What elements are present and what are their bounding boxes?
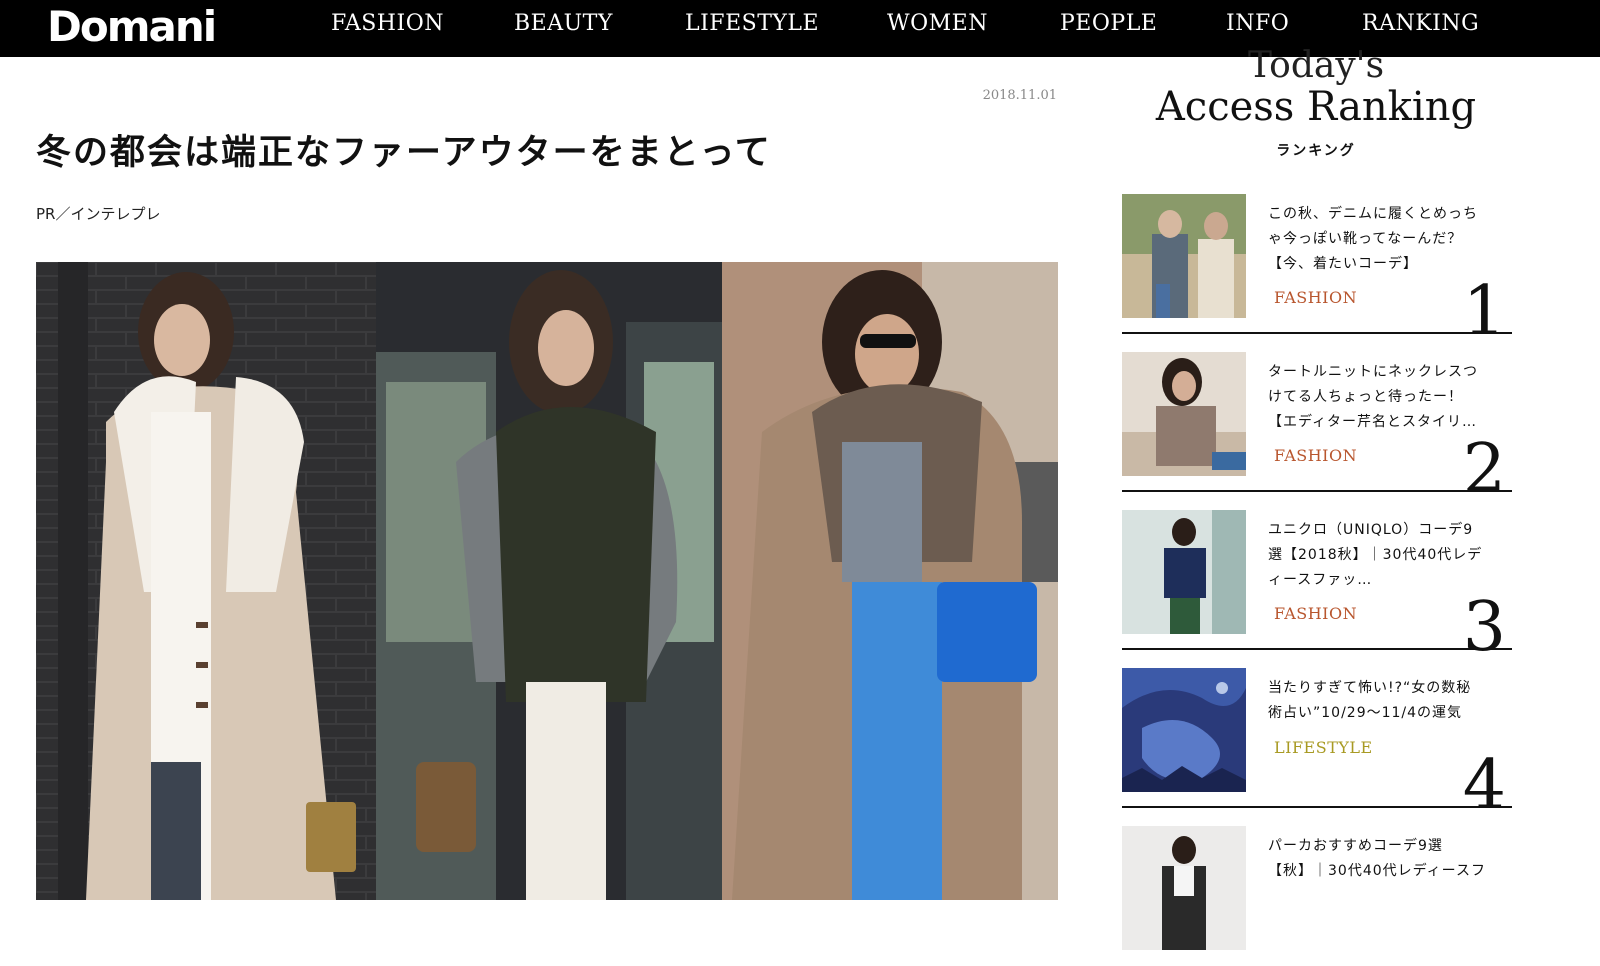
ranking-number: 3 — [1462, 588, 1506, 667]
ranking-text-line: 術占い”10/29〜11/4の運気 — [1268, 705, 1463, 721]
ranking-item-2[interactable]: タートルニットにネックレスつ けてる人ちょっと待ったー！ 【エディター芹名とスタ… — [1122, 352, 1512, 504]
ranking-divider — [1122, 806, 1512, 808]
ranking-category[interactable]: FASHION — [1274, 446, 1357, 465]
hero-image — [36, 262, 1058, 900]
ranking-text-line: タートルニットにネックレスつ — [1268, 364, 1478, 380]
ranking-number: 2 — [1462, 430, 1506, 509]
ranking-thumbnail[interactable] — [1122, 510, 1246, 634]
site-logo[interactable]: Domani — [47, 2, 217, 51]
ranking-text-line: ゃ今っぽい靴ってなーんだ？ — [1268, 231, 1463, 247]
ranking-thumbnail[interactable] — [1122, 194, 1246, 318]
ranking-item-text[interactable]: ユニクロ（UNIQLO）コーデ9 選【2018秋】｜30代40代レデ ィースファ… — [1268, 518, 1486, 593]
ranking-item-text[interactable]: 当たりすぎて怖い!?“女の数秘 術占い”10/29〜11/4の運気 — [1268, 676, 1486, 726]
ranking-number: 4 — [1462, 746, 1506, 825]
nav-ranking[interactable]: RANKING — [1362, 11, 1479, 36]
ranking-category[interactable]: LIFESTYLE — [1274, 738, 1373, 757]
ranking-item-text[interactable]: この秋、デニムに履くとめっち ゃ今っぽい靴ってなーんだ？ 【今、着たいコーデ】 — [1268, 202, 1486, 277]
ranking-heading: Today's Access Ranking ランキング — [1120, 48, 1512, 160]
nav-women[interactable]: WOMEN — [887, 11, 988, 36]
ranking-category[interactable]: FASHION — [1274, 288, 1357, 307]
nav-info[interactable]: INFO — [1226, 11, 1289, 36]
ranking-item-3[interactable]: ユニクロ（UNIQLO）コーデ9 選【2018秋】｜30代40代レデ ィースファ… — [1122, 510, 1512, 662]
ranking-number: 1 — [1462, 272, 1506, 351]
article-date: 2018.11.01 — [982, 88, 1057, 103]
ranking-text-line: 【エディター芹名とスタイリ… — [1268, 414, 1478, 430]
ranking-item-text[interactable]: パーカおすすめコーデ9選 【秋】｜30代40代レディースフ — [1268, 834, 1486, 884]
nav-fashion[interactable]: FASHION — [331, 11, 444, 36]
ranking-divider — [1122, 648, 1512, 650]
ranking-item-1[interactable]: この秋、デニムに履くとめっち ゃ今っぽい靴ってなーんだ？ 【今、着たいコーデ】 … — [1122, 194, 1512, 346]
ranking-divider — [1122, 332, 1512, 334]
hero-panel-1 — [36, 262, 376, 900]
ranking-heading-access: Access Ranking — [1155, 84, 1477, 130]
article-credit: PR／インテレプレ — [36, 205, 161, 223]
ranking-text-line: 【秋】｜30代40代レディースフ — [1268, 863, 1486, 879]
ranking-text-line: 当たりすぎて怖い!?“女の数秘 — [1268, 680, 1472, 696]
ranking-item-text[interactable]: タートルニットにネックレスつ けてる人ちょっと待ったー！ 【エディター芹名とスタ… — [1268, 360, 1486, 435]
ranking-item-4[interactable]: 当たりすぎて怖い!?“女の数秘 術占い”10/29〜11/4の運気 LIFEST… — [1122, 668, 1512, 820]
nav-people[interactable]: PEOPLE — [1060, 11, 1157, 36]
ranking-text-line: 【今、着たいコーデ】 — [1268, 256, 1418, 272]
article-title: 冬の都会は端正なファーアウターをまとって — [36, 132, 772, 173]
ranking-text-line: この秋、デニムに履くとめっち — [1268, 206, 1478, 222]
hero-panel-2 — [376, 262, 722, 900]
ranking-item-5[interactable]: パーカおすすめコーデ9選 【秋】｜30代40代レディースフ — [1122, 826, 1512, 966]
ranking-thumbnail[interactable] — [1122, 668, 1246, 792]
ranking-text-line: 選【2018秋】｜30代40代レデ — [1268, 547, 1483, 563]
ranking-text-line: けてる人ちょっと待ったー！ — [1268, 389, 1463, 405]
ranking-text-line: パーカおすすめコーデ9選 — [1268, 838, 1443, 854]
ranking-thumbnail[interactable] — [1122, 826, 1246, 950]
hero-panel-3 — [722, 262, 1058, 900]
ranking-thumbnail[interactable] — [1122, 352, 1246, 476]
ranking-text-line: ィースファッ… — [1268, 572, 1373, 588]
ranking-category[interactable]: FASHION — [1274, 604, 1357, 623]
ranking-text-line: ユニクロ（UNIQLO）コーデ9 — [1268, 522, 1474, 538]
ranking-subheading: ランキング — [1276, 143, 1356, 159]
ranking-heading-today: Today's — [1247, 45, 1385, 86]
ranking-divider — [1122, 490, 1512, 492]
nav-lifestyle[interactable]: LIFESTYLE — [685, 11, 819, 36]
nav-beauty[interactable]: BEAUTY — [514, 11, 613, 36]
